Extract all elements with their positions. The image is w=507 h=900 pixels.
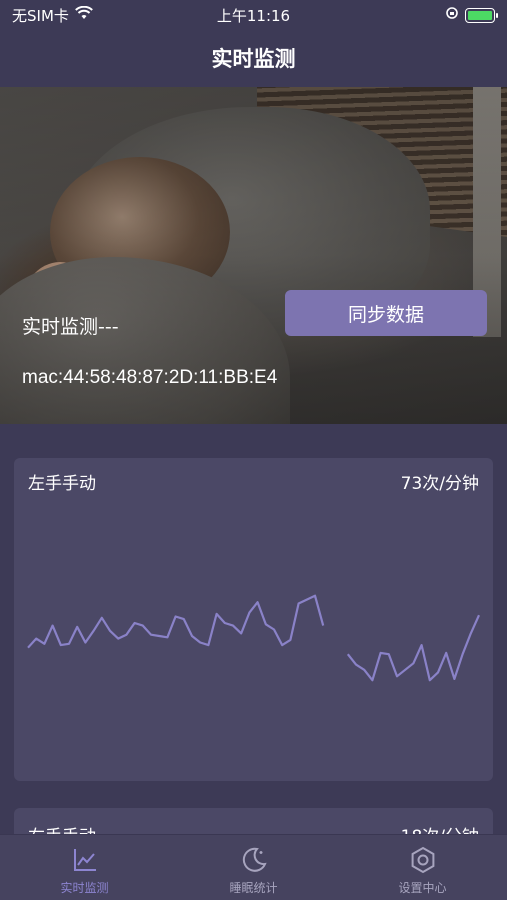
waveform-line-segment-1 <box>346 614 481 682</box>
page-title: 实时监测 <box>211 47 296 71</box>
left-hand-chart <box>27 594 481 682</box>
battery-charging-icon <box>465 7 498 23</box>
device-mac-address: mac:44:58:48:87:2D:11:BB:E4 <box>22 367 278 388</box>
tab-settings[interactable]: 设置中心 <box>338 835 507 900</box>
nav-bar: 实时监测 <box>0 30 507 86</box>
card-rate-value: 73次/分钟 <box>400 473 479 494</box>
rotation-lock-icon <box>445 6 459 24</box>
hero-title: 实时监测--- <box>22 316 119 338</box>
moon-icon <box>242 847 267 872</box>
tab-label: 实时监测 <box>60 881 109 895</box>
line-chart-icon <box>73 849 96 871</box>
card-header: 左手手动 73次/分钟 <box>14 458 493 504</box>
waveform-line-segment-0 <box>27 594 325 649</box>
sync-data-button[interactable]: 同步数据 <box>285 290 487 336</box>
settings-hexagon-icon <box>411 846 434 874</box>
tab-bar: 实时监测 睡眠统计 设置中心 <box>0 834 507 900</box>
tab-realtime-monitor[interactable]: 实时监测 <box>0 835 169 900</box>
hero-banner: 实时监测--- mac:44:58:48:87:2D:11:BB:E4 同步数据 <box>0 87 507 424</box>
carrier-label: 无SIM卡 <box>12 6 69 25</box>
tab-sleep-stats[interactable]: 睡眠统计 <box>169 835 338 900</box>
wifi-icon <box>75 5 93 24</box>
tab-label: 睡眠统计 <box>229 881 278 895</box>
card-label: 左手手动 <box>28 473 96 494</box>
status-right <box>445 6 498 24</box>
status-bar: 无SIM卡 上午11:16 <box>0 0 507 30</box>
left-hand-card: 左手手动 73次/分钟 <box>14 458 493 781</box>
status-left: 无SIM卡 <box>12 5 93 26</box>
tab-label: 设置中心 <box>398 881 447 895</box>
